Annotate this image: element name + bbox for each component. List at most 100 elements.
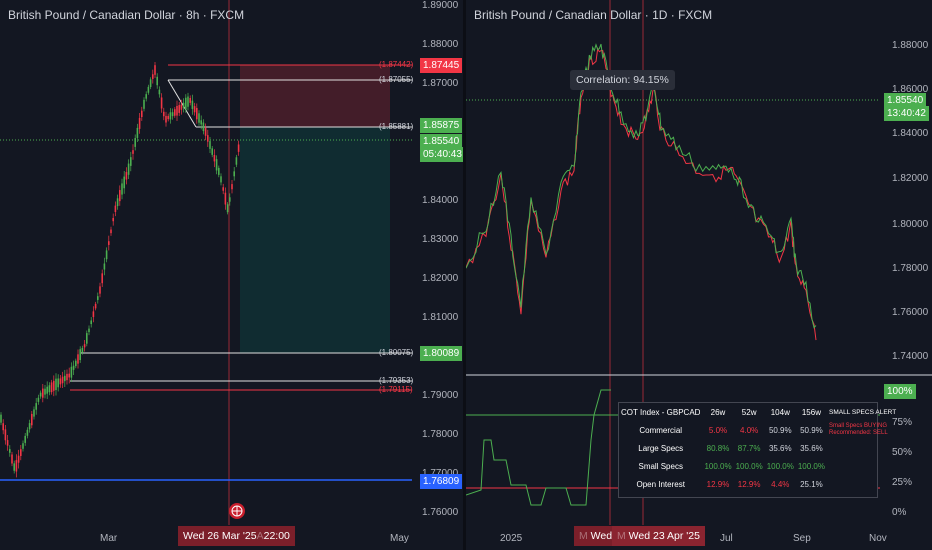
candles: [0, 61, 240, 478]
left-chart-pane[interactable]: 1.89000 1.88000 1.87000 1.84000 1.83000 …: [0, 0, 465, 550]
cot-header: COT Index - GBPCAD: [621, 407, 701, 417]
candle-body: [57, 378, 59, 388]
y-tick: 1.80000: [892, 219, 929, 230]
candle-body: [193, 106, 196, 113]
candle-body: [77, 354, 79, 364]
candle-body: [46, 386, 48, 394]
candle-body: [48, 385, 51, 393]
candle-body: [158, 89, 161, 95]
candle-body: [72, 365, 75, 370]
candle-body: [213, 155, 216, 162]
cell: 4.4%: [771, 479, 790, 489]
candle-body: [119, 190, 121, 202]
candle-body: [233, 171, 235, 177]
cot-header: SMALL SPECS ALERT: [829, 408, 897, 416]
candle-body: [147, 86, 150, 93]
candle-body: [235, 157, 238, 165]
candle-body: [28, 423, 31, 430]
candle-body: [81, 347, 84, 353]
candle-body: [11, 454, 13, 464]
y-tick: 1.88000: [422, 39, 459, 50]
candle-body: [42, 388, 44, 398]
candle-body: [50, 382, 53, 393]
candle-body: [207, 135, 209, 142]
reward-zone: [240, 127, 390, 353]
cell: 100.0%: [735, 461, 763, 471]
cot-header: 26w: [710, 407, 726, 417]
cell: 35.6%: [768, 443, 792, 453]
gbpcad-line: [466, 46, 817, 341]
candle-body: [237, 144, 240, 152]
level-label: (1.85881): [379, 122, 414, 131]
left-chart-title: British Pound / Canadian Dollar · 8h · F…: [8, 8, 245, 22]
y-tick: 1.79000: [422, 390, 459, 401]
candle-body: [229, 197, 231, 202]
candle-body: [167, 115, 169, 120]
cell: 80.8%: [706, 443, 730, 453]
cell: 100.0%: [704, 461, 732, 471]
candle-body: [196, 107, 198, 120]
candle-body: [187, 96, 189, 107]
candle-body: [198, 113, 200, 123]
y-tick: 1.76000: [892, 307, 929, 318]
crosshair-date-badge: Wed 26 Mar '25A22:00: [178, 526, 295, 546]
candle-body: [174, 109, 176, 116]
row-label: Commercial: [639, 425, 683, 435]
candle-body: [20, 449, 22, 456]
candle-body: [149, 79, 152, 88]
candle-body: [171, 112, 174, 117]
pct-badge: 100%: [884, 384, 916, 399]
y-tick: 1.78000: [422, 429, 459, 440]
candle-body: [226, 204, 229, 213]
risk-zone: [240, 65, 390, 127]
candle-body: [152, 74, 154, 79]
candle-body: [165, 115, 167, 123]
candle-body: [94, 303, 97, 309]
candle-body: [13, 463, 15, 471]
candle-body: [75, 360, 77, 367]
candle-body: [218, 167, 220, 175]
candle-body: [108, 241, 110, 245]
entry-price-badge: 1.85875: [420, 118, 463, 133]
cell: 50.9%: [768, 425, 792, 435]
candle-body: [211, 148, 213, 155]
candle-body: [15, 460, 18, 472]
candle-body: [180, 104, 183, 110]
candle-body: [105, 250, 108, 260]
y-tick: 1.82000: [892, 173, 929, 184]
cell: 12.9%: [706, 479, 730, 489]
candle-body: [70, 366, 73, 378]
candle-body: [145, 94, 147, 99]
candle-body: [17, 455, 20, 463]
level-label: (1.79115): [379, 385, 413, 394]
candle-body: [141, 110, 143, 118]
cell: 50.9%: [800, 425, 823, 435]
candle-body: [185, 97, 187, 110]
table-row: Open Interest 12.9% 12.9% 4.4% 25.1%: [619, 475, 898, 493]
level-label: (1.87055): [379, 75, 414, 84]
candle-body: [92, 311, 95, 318]
level-label: (1.87442): [379, 60, 414, 69]
right-chart-pane[interactable]: 1.88000 1.86000 1.84000 1.82000 1.80000 …: [466, 0, 932, 550]
cell: 12.9%: [737, 479, 761, 489]
candle-body: [204, 127, 207, 136]
candle-body: [66, 373, 68, 381]
candle-body: [116, 198, 119, 207]
candle-body: [121, 183, 123, 195]
candle-body: [83, 344, 86, 348]
cell: 100.0%: [797, 461, 825, 471]
y-tick: 1.88000: [892, 40, 929, 51]
candle-body: [103, 263, 106, 270]
candle-body: [143, 99, 145, 109]
x-tick: Jul: [720, 533, 733, 544]
y-tick: 1.78000: [892, 263, 929, 274]
y-tick: 1.87000: [422, 78, 459, 89]
y-tick: 1.76000: [422, 507, 459, 518]
crosshair-date-badge-2: M Wed 23 Apr '25: [612, 526, 705, 546]
cell: 100.0%: [766, 461, 794, 471]
target-price-badge: 1.87445: [420, 58, 463, 73]
candle-body: [6, 440, 9, 446]
candle-body: [123, 176, 125, 189]
candle-body: [33, 409, 35, 417]
candle-body: [86, 333, 88, 344]
